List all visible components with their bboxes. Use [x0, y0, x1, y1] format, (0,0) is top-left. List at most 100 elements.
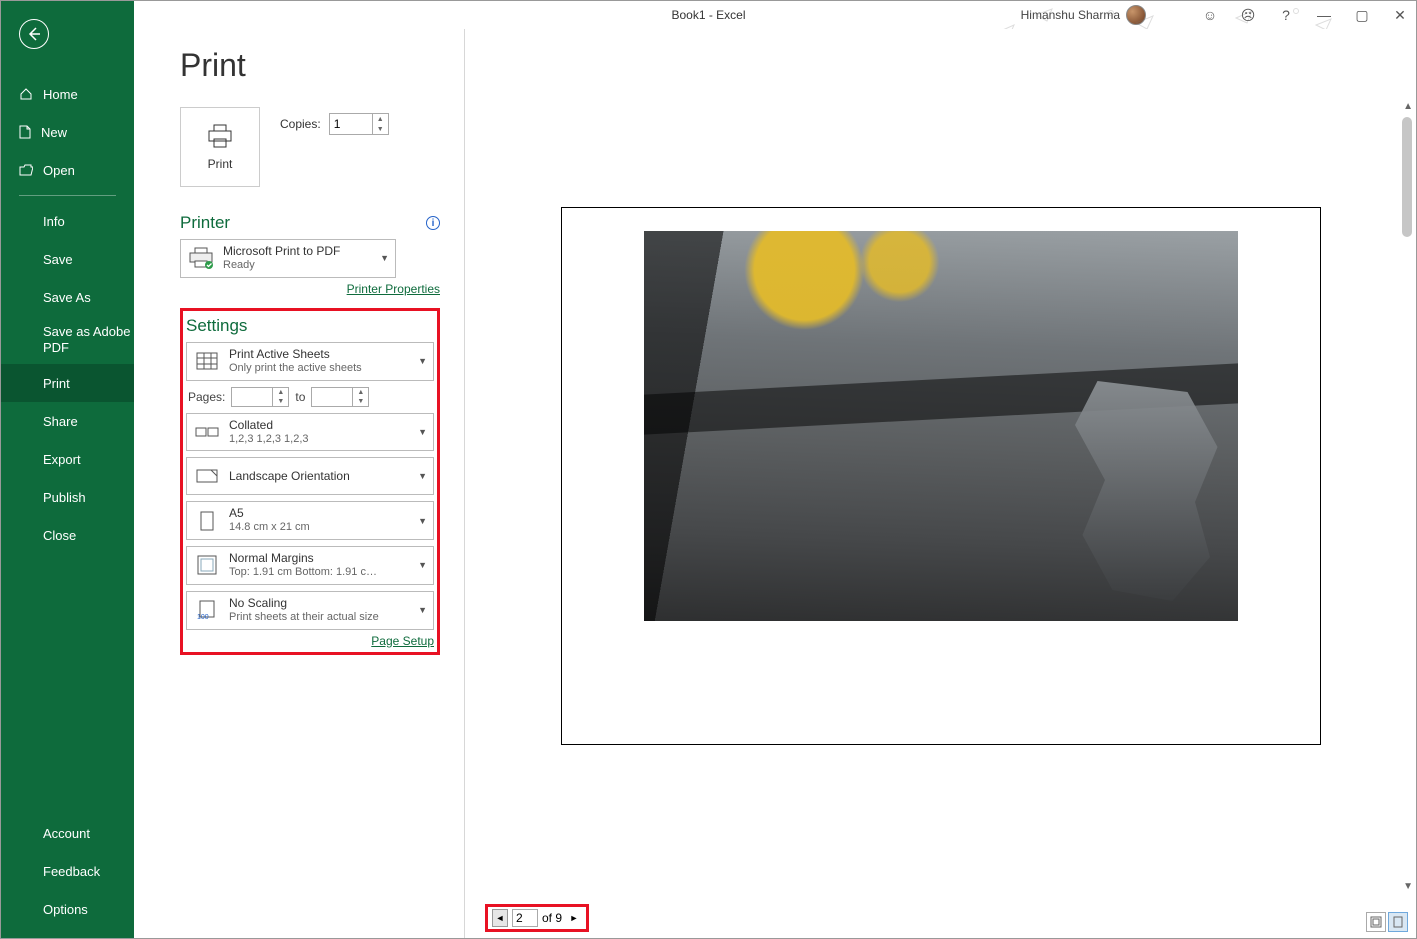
spin-up-icon[interactable]: ▲ — [273, 388, 288, 397]
sidebar-label: Close — [43, 528, 76, 543]
sidebar-label: Export — [43, 452, 81, 467]
info-icon[interactable]: i — [426, 216, 440, 230]
copies-row: Copies: ▲▼ — [280, 113, 389, 135]
help-icon[interactable]: ? — [1276, 7, 1296, 23]
sidebar-item-info[interactable]: Info — [1, 202, 134, 240]
sidebar-item-share[interactable]: Share — [1, 402, 134, 440]
preview-canvas — [535, 117, 1346, 842]
avatar[interactable] — [1126, 5, 1146, 25]
svg-text:100: 100 — [197, 614, 209, 620]
spin-down-icon[interactable]: ▼ — [353, 397, 368, 406]
collation-dropdown[interactable]: Collated 1,2,3 1,2,3 1,2,3 ▼ — [186, 413, 434, 452]
pages-label: Pages: — [188, 390, 225, 404]
zoom-to-page-button[interactable] — [1388, 912, 1408, 932]
print-preview-pane: ▲ ▼ ◄ of 9 ► — [464, 29, 1416, 938]
printer-properties-link[interactable]: Printer Properties — [347, 282, 440, 296]
back-button[interactable] — [19, 19, 49, 49]
copies-spinner[interactable]: ▲▼ — [329, 113, 389, 135]
sidebar-item-save-adobe[interactable]: Save as Adobe PDF — [1, 316, 134, 364]
page-icon — [193, 507, 221, 535]
spin-down-icon[interactable]: ▼ — [373, 124, 388, 134]
sidebar-label: Save as Adobe PDF — [43, 324, 134, 355]
sidebar-item-export[interactable]: Export — [1, 440, 134, 478]
show-margins-button[interactable] — [1366, 912, 1386, 932]
next-page-button[interactable]: ► — [566, 909, 582, 927]
page-setup-link[interactable]: Page Setup — [371, 634, 434, 648]
pages-from-input[interactable] — [232, 388, 272, 406]
spin-up-icon[interactable]: ▲ — [373, 114, 388, 124]
chevron-down-icon: ▼ — [418, 605, 427, 615]
settings-group-highlight: Settings Print Active Sheets Only print … — [180, 308, 440, 655]
sidebar-label: Options — [43, 902, 88, 917]
maximize-button[interactable]: ▢ — [1352, 7, 1372, 24]
collation-title: Collated — [229, 418, 410, 433]
zoom-controls — [1366, 912, 1408, 932]
pages-to-input[interactable] — [312, 388, 352, 406]
scroll-up-icon[interactable]: ▲ — [1403, 101, 1413, 112]
paper-title: A5 — [229, 506, 410, 521]
printer-device-icon — [187, 244, 215, 272]
home-icon — [19, 87, 33, 101]
sidebar-item-new[interactable]: New — [1, 113, 134, 151]
scaling-dropdown[interactable]: 100 No Scaling Print sheets at their act… — [186, 591, 434, 630]
sidebar-label: Home — [43, 87, 78, 102]
chevron-down-icon: ▼ — [380, 253, 389, 263]
folder-open-icon — [19, 164, 33, 176]
scaling-title: No Scaling — [229, 596, 410, 611]
sidebar-item-close[interactable]: Close — [1, 516, 134, 554]
prev-page-button[interactable]: ◄ — [492, 909, 508, 927]
paper-size-dropdown[interactable]: A5 14.8 cm x 21 cm ▼ — [186, 501, 434, 540]
sidebar-item-feedback[interactable]: Feedback — [1, 852, 134, 890]
sidebar-label: Open — [43, 163, 75, 178]
grid-icon — [193, 347, 221, 375]
print-what-dropdown[interactable]: Print Active Sheets Only print the activ… — [186, 342, 434, 381]
paper-sub: 14.8 cm x 21 cm — [229, 521, 410, 535]
minimize-button[interactable]: — — [1314, 7, 1334, 23]
print-settings-column: Print Copies: ▲▼ Printer i Microsoft Pri… — [180, 107, 440, 655]
page-total-label: of 9 — [542, 911, 562, 925]
spin-up-icon[interactable]: ▲ — [353, 388, 368, 397]
page-nav-highlight: ◄ of 9 ► — [485, 904, 589, 932]
sidebar-item-print[interactable]: Print — [1, 364, 134, 402]
pages-from-spinner[interactable]: ▲▼ — [231, 387, 289, 407]
sidebar-label: Account — [43, 826, 90, 841]
sidebar-separator — [19, 195, 116, 196]
chevron-down-icon: ▼ — [418, 560, 427, 570]
chevron-down-icon: ▼ — [418, 427, 427, 437]
copies-input[interactable] — [330, 114, 372, 134]
sidebar-label: Save As — [43, 290, 91, 305]
sidebar-item-publish[interactable]: Publish — [1, 478, 134, 516]
printer-dropdown[interactable]: Microsoft Print to PDF Ready ▼ — [180, 239, 396, 278]
sidebar-item-home[interactable]: Home — [1, 75, 134, 113]
margins-dropdown[interactable]: Normal Margins Top: 1.91 cm Bottom: 1.91… — [186, 546, 434, 585]
preview-page — [561, 207, 1321, 745]
print-backstage: Print Print Copies: ▲▼ Printer i — [134, 29, 1416, 938]
spin-down-icon[interactable]: ▼ — [273, 397, 288, 406]
pages-to-spinner[interactable]: ▲▼ — [311, 387, 369, 407]
title-bar: Book1 - Excel Himanshu Sharma ☺ ☹ ? — ▢ … — [1, 1, 1416, 29]
sidebar-item-options[interactable]: Options — [1, 890, 134, 928]
sidebar-item-open[interactable]: Open — [1, 151, 134, 189]
chevron-down-icon: ▼ — [418, 516, 427, 526]
file-icon — [19, 125, 31, 139]
print-button[interactable]: Print — [180, 107, 260, 187]
face-sad-icon[interactable]: ☹ — [1238, 7, 1258, 24]
close-button[interactable]: ✕ — [1390, 7, 1410, 24]
orientation-dropdown[interactable]: Landscape Orientation ▼ — [186, 457, 434, 495]
sidebar-label: Share — [43, 414, 78, 429]
current-page-input[interactable] — [512, 909, 538, 927]
sidebar-item-account[interactable]: Account — [1, 814, 134, 852]
chevron-down-icon: ▼ — [418, 471, 427, 481]
printer-heading: Printer — [180, 213, 230, 233]
sidebar-item-save-as[interactable]: Save As — [1, 278, 134, 316]
settings-heading: Settings — [186, 316, 247, 336]
landscape-icon — [193, 462, 221, 490]
chevron-down-icon: ▼ — [418, 356, 427, 366]
preview-image — [644, 231, 1238, 621]
face-happy-icon[interactable]: ☺ — [1200, 7, 1220, 23]
scroll-down-icon[interactable]: ▼ — [1403, 881, 1413, 892]
user-identity[interactable]: Himanshu Sharma — [1021, 5, 1146, 25]
sidebar-item-save[interactable]: Save — [1, 240, 134, 278]
scrollbar-thumb[interactable] — [1402, 117, 1412, 237]
window-controls: ☺ ☹ ? — ▢ ✕ — [1200, 7, 1410, 24]
